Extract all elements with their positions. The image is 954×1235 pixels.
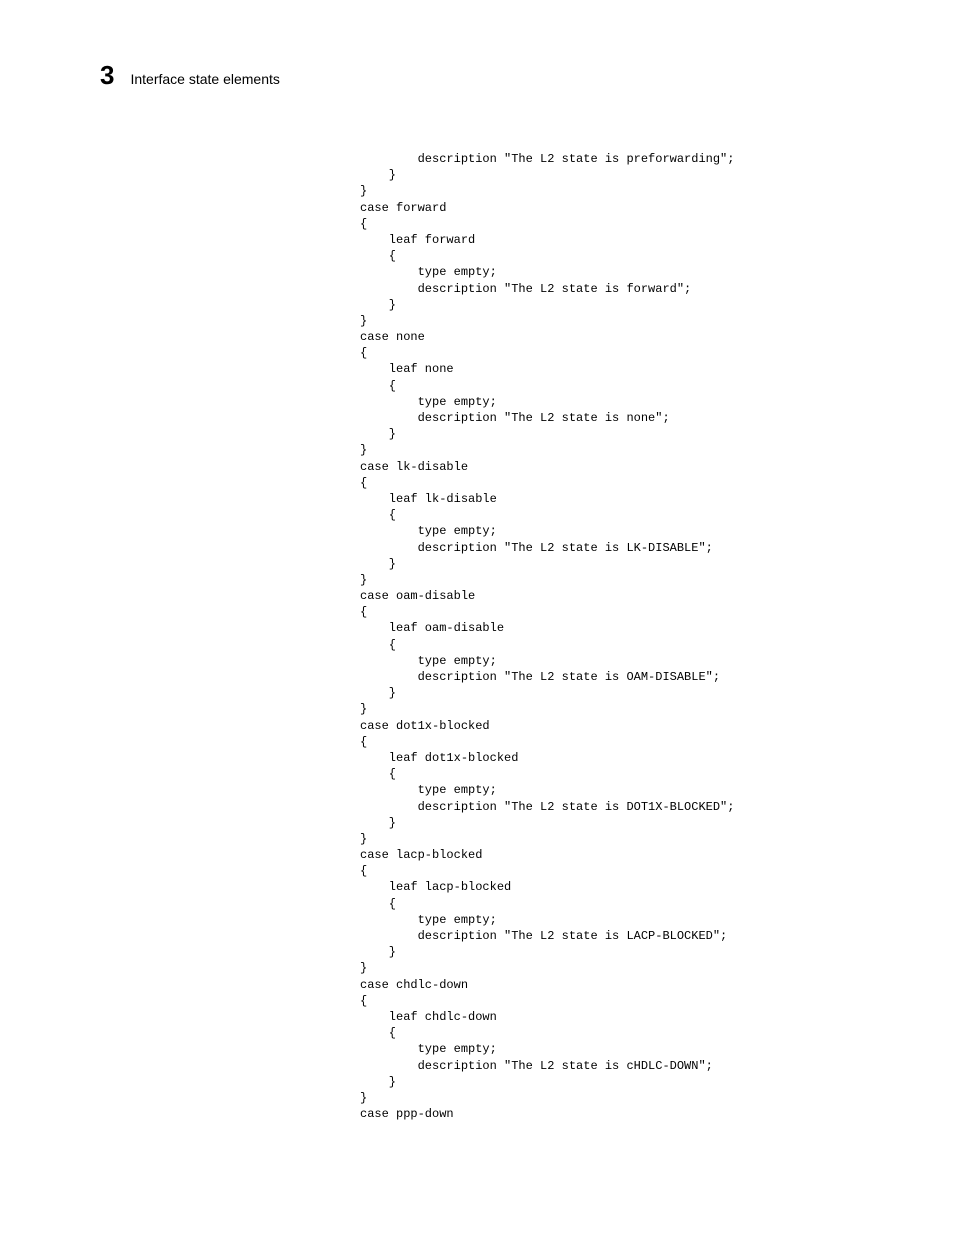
chapter-number: 3 — [100, 60, 114, 91]
chapter-title: Interface state elements — [130, 71, 279, 87]
page: 3 Interface state elements description "… — [0, 0, 954, 1162]
code-block: description "The L2 state is preforwardi… — [360, 151, 874, 1122]
page-header: 3 Interface state elements — [100, 60, 874, 91]
